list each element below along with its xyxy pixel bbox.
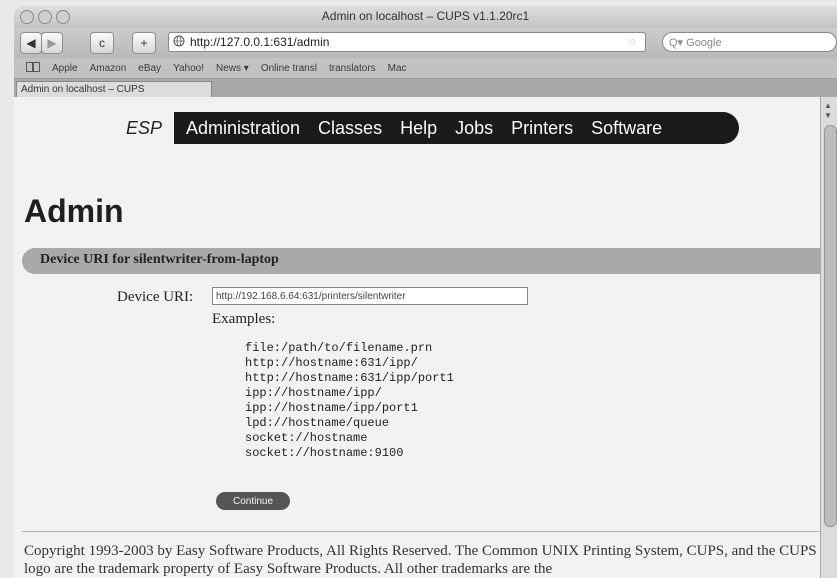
nav-help[interactable]: Help <box>400 118 437 139</box>
bookmark-item[interactable]: Apple <box>52 63 78 74</box>
url-text: http://127.0.0.1:631/admin <box>190 35 330 49</box>
back-icon: ◀ <box>26 36 36 50</box>
bookmark-item[interactable]: Amazon <box>90 63 127 74</box>
nav-jobs[interactable]: Jobs <box>455 118 493 139</box>
nav-printers[interactable]: Printers <box>511 118 573 139</box>
forward-icon: ▶ <box>47 36 57 50</box>
continue-button[interactable]: Continue <box>216 492 290 510</box>
vertical-scrollbar[interactable]: ▲ ▼ <box>820 97 837 578</box>
nav-menu: Administration Classes Help Jobs Printer… <box>174 112 739 144</box>
example-uri: ipp://hostname/ipp/port1 <box>245 401 418 415</box>
address-bar[interactable]: http://127.0.0.1:631/admin ◌ <box>168 32 646 52</box>
example-uri: http://hostname:631/ipp/port1 <box>245 371 454 385</box>
nav-classes[interactable]: Classes <box>318 118 382 139</box>
browser-window: Admin on localhost – CUPS v1.1.20rc1 ◀ ▶… <box>14 6 837 578</box>
bookmarks-bar: Apple Amazon eBay Yahoo! News ▾ Online t… <box>14 58 837 79</box>
bookmarks-icon[interactable] <box>26 61 40 75</box>
section-header: Device URI for silentwriter-from-laptop <box>22 248 820 274</box>
section-title: Device URI for silentwriter-from-laptop <box>40 252 279 267</box>
example-uri: socket://hostname:9100 <box>245 446 404 460</box>
examples-list: file:/path/to/filename.prn http://hostna… <box>245 341 454 461</box>
reload-icon: c <box>99 36 105 50</box>
examples-label: Examples: <box>212 311 276 327</box>
bookmark-item[interactable]: Yahoo! <box>173 63 204 74</box>
nav-software[interactable]: Software <box>591 118 662 139</box>
search-placeholder: Q▾ Google <box>669 36 722 49</box>
bookmark-item[interactable]: Mac <box>388 63 407 74</box>
plus-icon: + <box>140 36 148 50</box>
example-uri: http://hostname:631/ipp/ <box>245 356 418 370</box>
example-uri: socket://hostname <box>245 431 368 445</box>
page-title: Admin <box>24 193 124 229</box>
scroll-thumb[interactable] <box>824 125 837 527</box>
back-button[interactable]: ◀ <box>20 32 42 54</box>
forward-button[interactable]: ▶ <box>41 32 63 54</box>
window-title: Admin on localhost – CUPS v1.1.20rc1 <box>321 9 530 23</box>
copyright-footer: Copyright 1993-2003 by Easy Software Pro… <box>24 543 817 577</box>
tab-admin[interactable]: Admin on localhost – CUPS <box>16 81 212 97</box>
bookmark-item[interactable]: Online transl <box>261 63 317 74</box>
example-uri: lpd://hostname/queue <box>245 416 390 430</box>
device-uri-input[interactable] <box>212 287 528 305</box>
tab-bar: Admin on localhost – CUPS <box>14 79 837 97</box>
page-content: ESP Administration Classes Help Jobs Pri… <box>14 97 820 578</box>
device-uri-label: Device URI: <box>117 289 194 305</box>
scroll-down-icon[interactable]: ▼ <box>824 111 832 120</box>
nav-administration[interactable]: Administration <box>186 118 300 139</box>
example-uri: ipp://hostname/ipp/ <box>245 386 382 400</box>
bookmark-item[interactable]: translators <box>329 63 376 74</box>
title-bar: Admin on localhost – CUPS v1.1.20rc1 <box>14 6 837 28</box>
bookmark-item[interactable]: News ▾ <box>216 63 249 74</box>
browser-toolbar: ◀ ▶ c + http://127.0.0.1:631/admin ◌ Q▾ … <box>14 28 837 58</box>
globe-icon <box>173 35 187 50</box>
footer-divider <box>22 531 820 532</box>
loading-icon: ◌ <box>629 36 636 48</box>
search-input[interactable]: Q▾ Google <box>662 32 837 52</box>
esp-logo[interactable]: ESP <box>114 118 174 139</box>
reload-button[interactable]: c <box>90 32 114 54</box>
example-uri: file:/path/to/filename.prn <box>245 341 433 355</box>
bookmark-item[interactable]: eBay <box>138 63 161 74</box>
cups-navbar: ESP Administration Classes Help Jobs Pri… <box>114 111 739 145</box>
scroll-up-icon[interactable]: ▲ <box>824 101 832 110</box>
add-bookmark-button[interactable]: + <box>132 32 156 54</box>
